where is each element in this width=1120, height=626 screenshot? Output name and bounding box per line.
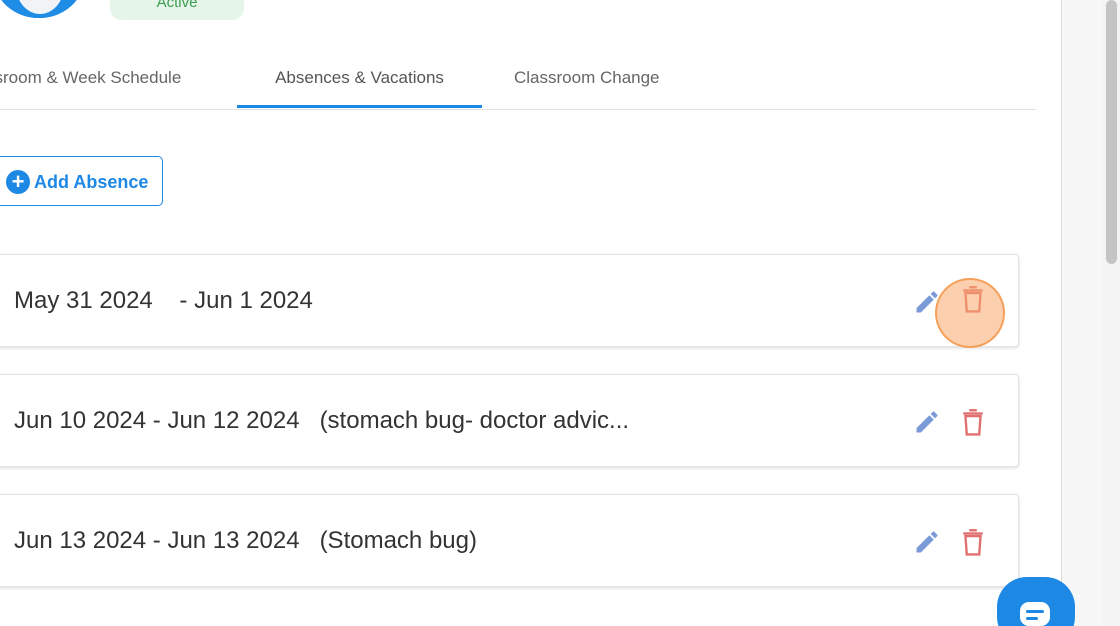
absence-card: Jun 13 2024 - Jun 13 2024 (Stomach bug) (0, 494, 1019, 587)
tab-classroom-week-schedule[interactable]: ssroom & Week Schedule (0, 50, 181, 108)
absence-card: May 31 2024 - Jun 1 2024 (0, 254, 1019, 347)
tab-bar: ssroom & Week Schedule Absences & Vacati… (0, 50, 1036, 110)
chat-icon-line (1026, 617, 1038, 620)
side-panel (1061, 0, 1103, 626)
tab-absences-vacations[interactable]: Absences & Vacations (237, 50, 482, 108)
chat-button[interactable] (997, 577, 1075, 626)
trash-icon[interactable] (960, 285, 986, 313)
trash-icon[interactable] (960, 408, 986, 436)
pencil-icon[interactable] (913, 408, 941, 436)
page: Active ssroom & Week Schedule Absences &… (0, 0, 1120, 626)
absence-dates: Jun 10 2024 - Jun 12 2024 (stomach bug- … (14, 407, 630, 434)
pencil-icon[interactable] (913, 288, 941, 316)
tab-classroom-change[interactable]: Classroom Change (514, 50, 660, 108)
status-badge: Active (110, 0, 244, 20)
add-absence-button[interactable]: + Add Absence (0, 156, 163, 206)
plus-circle-icon: + (6, 170, 30, 194)
chat-icon (1020, 602, 1050, 626)
absence-card: Jun 10 2024 - Jun 12 2024 (stomach bug- … (0, 374, 1019, 467)
absence-dates: May 31 2024 - Jun 1 2024 (14, 287, 313, 314)
add-absence-label: Add Absence (34, 172, 149, 192)
absence-dates: Jun 13 2024 - Jun 13 2024 (Stomach bug) (14, 527, 477, 554)
chat-icon-line (1026, 610, 1044, 613)
trash-icon[interactable] (960, 528, 986, 556)
scrollbar-thumb[interactable] (1106, 0, 1117, 264)
pencil-icon[interactable] (913, 528, 941, 556)
avatar (0, 0, 84, 18)
